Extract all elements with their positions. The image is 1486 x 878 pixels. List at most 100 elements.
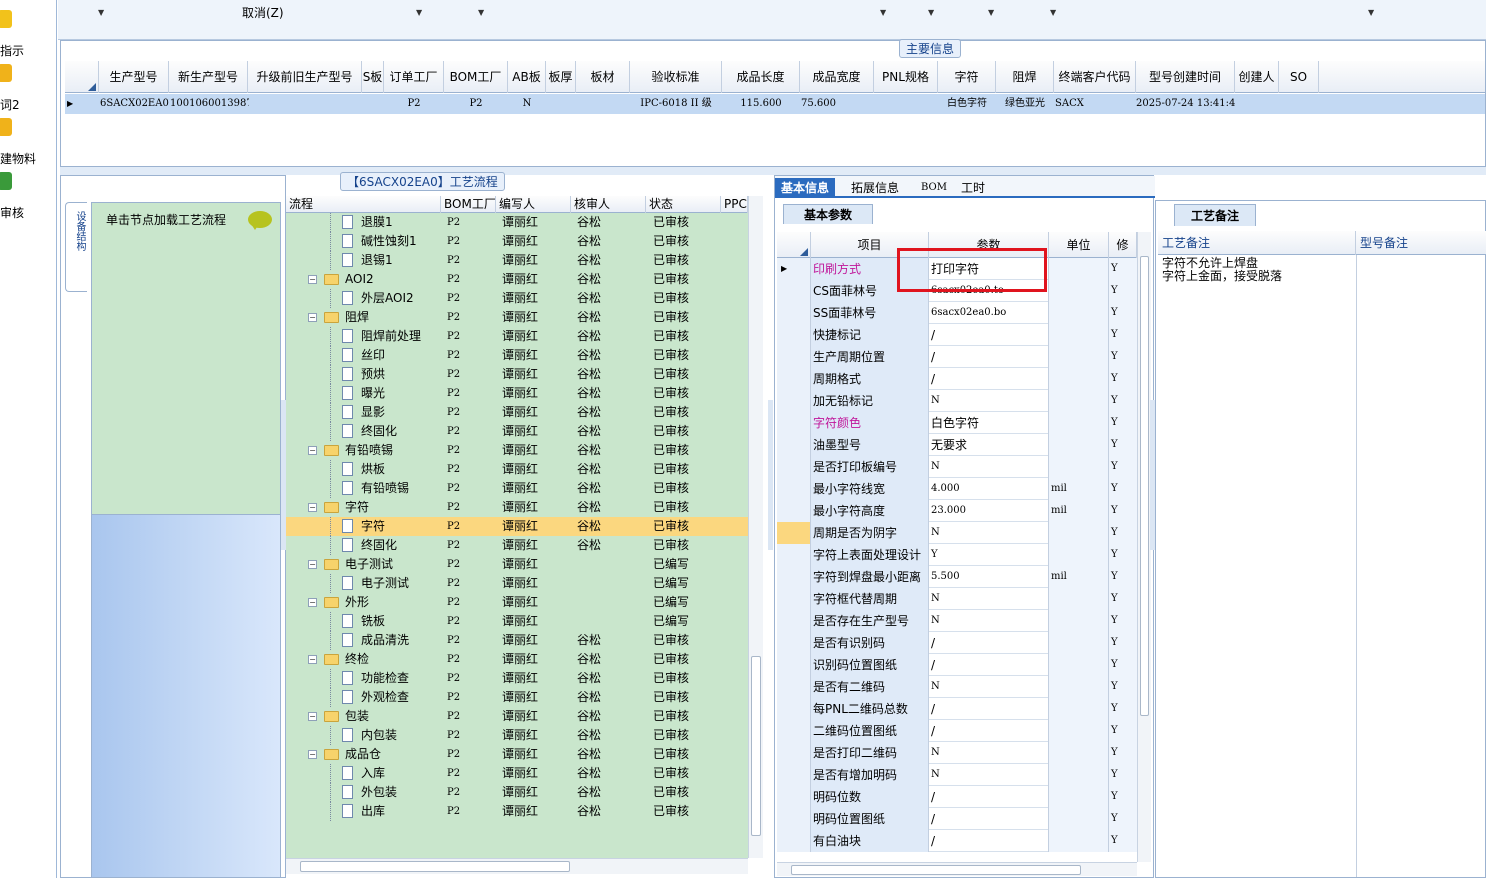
- sidebar-item[interactable]: 审核: [0, 172, 57, 226]
- tree-row[interactable]: 预烘 P2 谭丽红 谷松 已审核: [286, 365, 748, 384]
- tree-row[interactable]: 烘板 P2 谭丽红 谷松 已审核: [286, 460, 748, 479]
- table-cell[interactable]: 10010600139875: [170, 94, 249, 114]
- tree-row[interactable]: 终固化 P2 谭丽红 谷松 已审核: [286, 422, 748, 441]
- column-header[interactable]: 升级前旧生产型号: [248, 61, 362, 93]
- column-header[interactable]: 状态: [646, 196, 721, 213]
- collapse-icon[interactable]: −: [308, 598, 317, 607]
- tree-row[interactable]: − 字符 P2 谭丽红 谷松 已审核: [286, 498, 748, 517]
- param-value[interactable]: N: [929, 588, 1049, 610]
- collapse-icon[interactable]: −: [308, 275, 317, 284]
- param-value[interactable]: /: [929, 654, 1049, 676]
- column-header[interactable]: 编写人: [496, 196, 571, 213]
- tree-row[interactable]: − 外形 P2 谭丽红 已编写: [286, 593, 748, 612]
- param-value[interactable]: 白色字符: [929, 412, 1049, 434]
- tab-device-structure[interactable]: 设备结构: [65, 202, 87, 292]
- dropdown-arrow-icon[interactable]: ▼: [928, 8, 934, 17]
- param-value[interactable]: /: [929, 632, 1049, 654]
- dropdown-arrow-icon[interactable]: ▼: [98, 8, 104, 17]
- table-cell[interactable]: SACX: [1055, 94, 1137, 114]
- splitter-grip[interactable]: [768, 400, 773, 550]
- dropdown-arrow-icon[interactable]: ▼: [478, 8, 484, 17]
- collapse-icon[interactable]: −: [308, 655, 317, 664]
- collapse-icon[interactable]: −: [308, 750, 317, 759]
- param-row[interactable]: 二维码位置图纸 / Y: [777, 720, 1137, 742]
- column-header[interactable]: AB板: [508, 61, 546, 93]
- param-row[interactable]: 最小字符高度 23.000 mil Y: [777, 500, 1137, 522]
- tree-row[interactable]: − 有铅喷锡 P2 谭丽红 谷松 已审核: [286, 441, 748, 460]
- dropdown-arrow-icon[interactable]: ▼: [988, 8, 994, 17]
- param-row[interactable]: 是否打印二维码 N Y: [777, 742, 1137, 764]
- column-header[interactable]: 修: [1109, 232, 1137, 258]
- param-row[interactable]: 是否有增加明码 N Y: [777, 764, 1137, 786]
- param-value[interactable]: /: [929, 808, 1049, 830]
- param-row[interactable]: SS面菲林号 6sacx02ea0.bo Y: [777, 302, 1137, 324]
- column-header[interactable]: 板厚: [546, 61, 576, 93]
- tab-extended[interactable]: 拓展信息: [851, 178, 899, 198]
- tree-row[interactable]: − 包装 P2 谭丽红 谷松 已审核: [286, 707, 748, 726]
- param-row[interactable]: 是否有二维码 N Y: [777, 676, 1137, 698]
- param-value[interactable]: /: [929, 324, 1049, 346]
- table-cell[interactable]: [546, 94, 576, 114]
- collapse-icon[interactable]: −: [308, 560, 317, 569]
- column-header[interactable]: S板: [362, 61, 384, 93]
- tree-row[interactable]: 终固化 P2 谭丽红 谷松 已审核: [286, 536, 748, 555]
- param-value[interactable]: /: [929, 720, 1049, 742]
- table-cell[interactable]: 白色字符: [938, 94, 996, 114]
- param-value[interactable]: N: [929, 610, 1049, 632]
- param-row[interactable]: 字符到焊盘最小距离 5.500 mil Y: [777, 566, 1137, 588]
- param-row[interactable]: 快捷标记 / Y: [777, 324, 1137, 346]
- tab-hours[interactable]: 工时: [961, 178, 985, 198]
- tree-row[interactable]: 出库 P2 谭丽红 谷松 已审核: [286, 802, 748, 821]
- column-header[interactable]: PNL规格: [874, 61, 938, 93]
- splitter-grip[interactable]: [1150, 400, 1155, 550]
- param-row[interactable]: 有白油块 / Y: [777, 830, 1137, 852]
- param-value[interactable]: N: [929, 522, 1049, 544]
- table-cell[interactable]: [1235, 94, 1279, 114]
- param-row[interactable]: 是否打印板编号 N Y: [777, 456, 1137, 478]
- dropdown-arrow-icon[interactable]: ▼: [1050, 8, 1056, 17]
- param-row[interactable]: 加无铅标记 N Y: [777, 390, 1137, 412]
- column-header[interactable]: BOM工厂: [441, 196, 496, 213]
- param-row[interactable]: 最小字符线宽 4.000 mil Y: [777, 478, 1137, 500]
- table-cell[interactable]: 2025-07-24 13:41:41: [1136, 94, 1235, 114]
- param-row[interactable]: 明码位置图纸 / Y: [777, 808, 1137, 830]
- param-value[interactable]: N: [929, 456, 1049, 478]
- column-header[interactable]: 单位: [1049, 232, 1109, 258]
- tree-row[interactable]: − 电子测试 P2 谭丽红 已编写: [286, 555, 748, 574]
- table-cell[interactable]: [1279, 94, 1319, 114]
- tree-row[interactable]: 入库 P2 谭丽红 谷松 已审核: [286, 764, 748, 783]
- table-cell[interactable]: [874, 94, 938, 114]
- param-value[interactable]: /: [929, 368, 1049, 390]
- tree-row[interactable]: 显影 P2 谭丽红 谷松 已审核: [286, 403, 748, 422]
- param-value[interactable]: N: [929, 764, 1049, 786]
- collapse-icon[interactable]: −: [308, 313, 317, 322]
- tree-row[interactable]: 退锡1 P2 谭丽红 谷松 已审核: [286, 251, 748, 270]
- table-cell[interactable]: [362, 94, 384, 114]
- param-row[interactable]: 是否有识别码 / Y: [777, 632, 1137, 654]
- scroll-thumb[interactable]: [300, 861, 570, 872]
- column-header[interactable]: 成品长度: [722, 61, 800, 93]
- load-process-box[interactable]: 单击节点加载工艺流程: [92, 203, 280, 515]
- param-row[interactable]: 每PNL二维码总数 / Y: [777, 698, 1137, 720]
- column-header[interactable]: 新生产型号: [169, 61, 248, 93]
- param-row[interactable]: 字符框代替周期 N Y: [777, 588, 1137, 610]
- param-row[interactable]: 识别码位置图纸 / Y: [777, 654, 1137, 676]
- dropdown-arrow-icon[interactable]: ▼: [880, 8, 886, 17]
- table-row[interactable]: ▶6SACX02EA010010600139875P2P2NIPC-6018 I…: [65, 94, 1485, 114]
- param-value[interactable]: 4.000: [929, 478, 1049, 500]
- param-value[interactable]: N: [929, 390, 1049, 412]
- table-cell[interactable]: P2: [444, 94, 508, 114]
- column-header[interactable]: 字符: [938, 61, 996, 93]
- param-value[interactable]: /: [929, 698, 1049, 720]
- column-header[interactable]: SO: [1279, 61, 1319, 93]
- table-cell[interactable]: 115.600: [722, 94, 800, 114]
- tree-row[interactable]: − AOI2 P2 谭丽红 谷松 已审核: [286, 270, 748, 289]
- column-header[interactable]: 验收标准: [630, 61, 722, 93]
- param-value[interactable]: 6sacx02ea0.bo: [929, 302, 1049, 324]
- param-row[interactable]: 生产周期位置 / Y: [777, 346, 1137, 368]
- param-row[interactable]: 明码位数 / Y: [777, 786, 1137, 808]
- dropdown-arrow-icon[interactable]: ▼: [1368, 8, 1374, 17]
- param-value[interactable]: /: [929, 346, 1049, 368]
- tree-row[interactable]: 退膜1 P2 谭丽红 谷松 已审核: [286, 213, 748, 232]
- tree-row[interactable]: 有铅喷锡 P2 谭丽红 谷松 已审核: [286, 479, 748, 498]
